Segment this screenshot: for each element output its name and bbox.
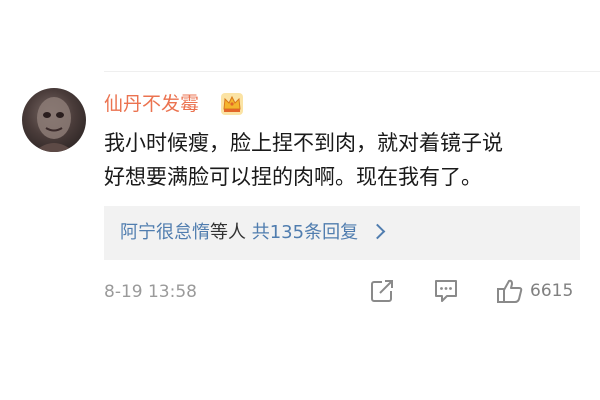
avatar[interactable]	[22, 88, 86, 152]
like-count: 6615	[530, 281, 574, 301]
comment-text: 我小时候瘦，脸上捏不到肉，就对着镜子说 好想要满脸可以捏的肉啊。现在我有了。	[104, 126, 584, 194]
timestamp: 8-19 13:58	[104, 282, 197, 302]
crown-badge-icon	[220, 92, 244, 116]
comment-icon	[435, 280, 457, 302]
username[interactable]: 仙丹不发霉	[104, 92, 199, 116]
thumbs-up-icon	[497, 279, 523, 303]
reply-user-link[interactable]: 阿宁很怠惰	[120, 222, 210, 243]
reply-suffix: 等人	[210, 222, 246, 243]
share-button[interactable]	[370, 278, 396, 304]
reply-count-link[interactable]: 共135条回复	[252, 222, 358, 243]
share-icon	[371, 280, 393, 302]
comment-text-line: 好想要满脸可以捏的肉啊。现在我有了。	[104, 165, 482, 189]
replies-preview[interactable]: 阿宁很怠惰等人 共135条回复	[104, 206, 580, 260]
like-button[interactable]: 6615	[496, 278, 573, 304]
comment-button[interactable]	[433, 278, 459, 304]
comment-text-line: 我小时候瘦，脸上捏不到肉，就对着镜子说	[104, 131, 503, 155]
top-divider	[104, 71, 600, 72]
chevron-right-icon	[369, 223, 386, 239]
